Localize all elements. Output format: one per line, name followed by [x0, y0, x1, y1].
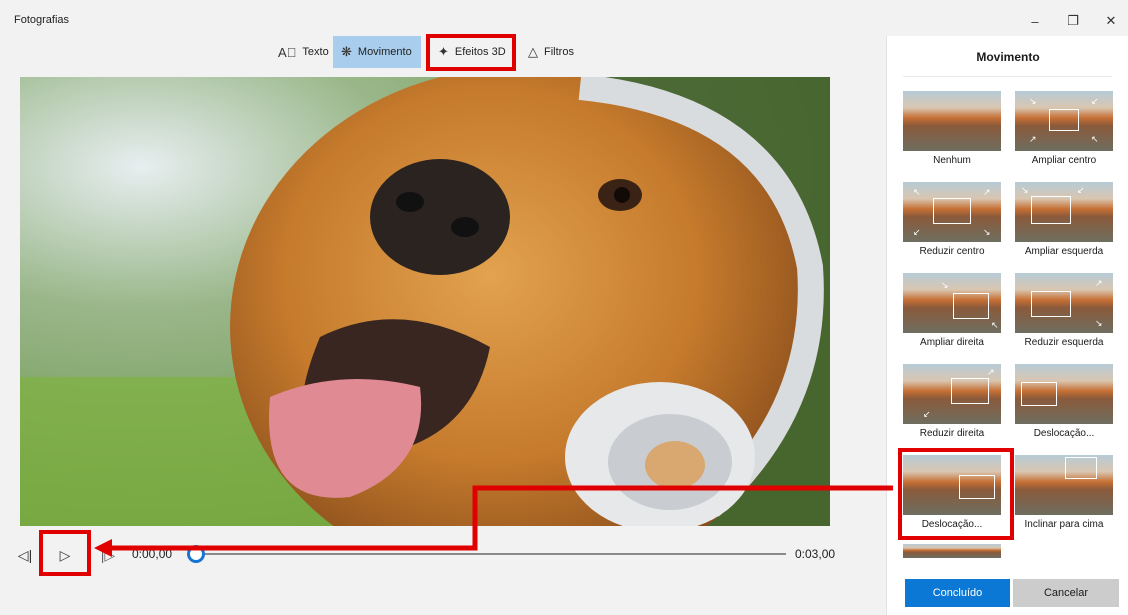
tab-label: Texto — [302, 46, 329, 58]
arrow-icon: ↘ — [1095, 318, 1103, 328]
arrow-icon: ↘ — [1021, 185, 1029, 195]
dog-photo — [20, 77, 830, 526]
option-label: Reduzir centro — [919, 246, 985, 257]
panel-title: Movimento — [976, 50, 1040, 64]
playback-controls: ◁| ▷ |▷ 0:00,00 0:03,00 — [0, 530, 880, 580]
option-label: Reduzir direita — [919, 428, 985, 439]
total-time: 0:03,00 — [795, 547, 836, 561]
restore-icon[interactable]: ❐ — [1058, 10, 1088, 32]
motion-option-deslocacao-1[interactable]: Deslocação... — [1015, 364, 1113, 439]
tab-label: Filtros — [544, 46, 574, 58]
arrow-icon: ↖ — [1091, 134, 1099, 144]
motion-icon: ❋ — [341, 44, 352, 59]
frame-box — [1021, 382, 1057, 406]
frame-box — [1031, 291, 1071, 317]
option-label: Ampliar direita — [920, 337, 984, 348]
motion-option-inclinar-para-cima[interactable]: Inclinar para cima — [1015, 455, 1113, 530]
option-thumbnail: ↗ ↘ — [1015, 273, 1113, 333]
motion-option-reduzir-esquerda[interactable]: ↗ ↘ Reduzir esquerda — [1015, 273, 1113, 348]
arrow-icon: ↗ — [983, 187, 991, 197]
current-time: 0:00,00 — [132, 547, 173, 561]
motion-option-ampliar-esquerda[interactable]: ↘ ↙ Ampliar esquerda — [1015, 182, 1113, 257]
arrow-icon: ↙ — [913, 227, 921, 237]
minimize-icon[interactable]: – — [1020, 10, 1050, 32]
option-thumbnail — [1015, 364, 1113, 424]
motion-option-reduzir-centro[interactable]: ↖ ↗ ↙ ↘ Reduzir centro — [903, 182, 1001, 257]
motion-option-ampliar-centro[interactable]: ↘ ↙ ↗ ↖ Ampliar centro — [1015, 91, 1113, 166]
timeline-thumb[interactable] — [187, 545, 205, 563]
highlight-box-efeitos-3d — [426, 34, 516, 71]
close-icon[interactable]: ✕ — [1096, 10, 1126, 32]
frame-box — [953, 293, 989, 319]
tab-filtros[interactable]: △ Filtros — [520, 36, 582, 68]
frame-box — [1049, 109, 1079, 131]
arrow-icon: ↙ — [923, 409, 931, 419]
title-bar: Fotografias – ❐ ✕ — [0, 0, 1128, 38]
tab-texto[interactable]: A⃟ Texto — [270, 36, 337, 68]
concluido-button[interactable]: Concluído — [905, 579, 1010, 607]
option-thumbnail — [903, 91, 1001, 151]
panel-divider — [903, 76, 1112, 77]
option-thumbnail — [1015, 455, 1113, 515]
arrow-icon: ↗ — [987, 367, 995, 377]
option-thumbnail: ↗ ↙ — [903, 364, 1001, 424]
frame-box — [951, 378, 989, 404]
frame-box — [933, 198, 971, 224]
option-label: Deslocação... — [1033, 428, 1095, 439]
arrow-icon: ↗ — [1095, 278, 1103, 288]
frame-box — [1065, 457, 1097, 479]
option-label: Ampliar centro — [1031, 155, 1097, 166]
frame-box — [1031, 196, 1071, 224]
cancelar-button[interactable]: Cancelar — [1013, 579, 1119, 607]
option-thumbnail: ↘ ↙ — [1015, 182, 1113, 242]
arrow-icon: ↘ — [983, 227, 991, 237]
video-preview — [20, 77, 830, 526]
previous-frame-icon[interactable]: ◁| — [14, 544, 36, 566]
text-icon: A⃟ — [278, 44, 297, 60]
next-frame-icon[interactable]: |▷ — [98, 544, 118, 566]
arrow-icon: ↖ — [991, 320, 999, 330]
arrow-icon: ↙ — [1077, 185, 1085, 195]
highlight-box-play — [39, 530, 91, 576]
motion-option-partial[interactable] — [903, 544, 1001, 558]
option-thumbnail — [903, 544, 1001, 558]
arrow-icon: ↖ — [913, 187, 921, 197]
tab-label: Movimento — [357, 46, 412, 58]
option-label: Nenhum — [933, 155, 971, 166]
motion-option-ampliar-direita[interactable]: ↘ ↖ Ampliar direita — [903, 273, 1001, 348]
option-thumbnail: ↖ ↗ ↙ ↘ — [903, 182, 1001, 242]
option-thumbnail: ↘ ↙ ↗ ↖ — [1015, 91, 1113, 151]
motion-option-reduzir-direita[interactable]: ↗ ↙ Reduzir direita — [903, 364, 1001, 439]
highlight-box-deslocacao — [898, 448, 1014, 540]
tab-movimento[interactable]: ❋ Movimento — [333, 36, 421, 68]
option-label: Inclinar para cima — [1024, 519, 1104, 530]
arrow-icon: ↙ — [1091, 96, 1099, 106]
arrow-icon: ↘ — [941, 280, 949, 290]
filters-icon: △ — [528, 44, 538, 59]
app-title: Fotografias — [14, 14, 70, 26]
option-label: Reduzir esquerda — [1024, 337, 1104, 348]
option-thumbnail: ↘ ↖ — [903, 273, 1001, 333]
arrow-icon: ↘ — [1029, 96, 1037, 106]
option-label: Ampliar esquerda — [1024, 246, 1104, 257]
arrow-icon: ↗ — [1029, 134, 1037, 144]
timeline-track[interactable] — [196, 553, 786, 555]
motion-option-nenhum[interactable]: Nenhum — [903, 91, 1001, 166]
